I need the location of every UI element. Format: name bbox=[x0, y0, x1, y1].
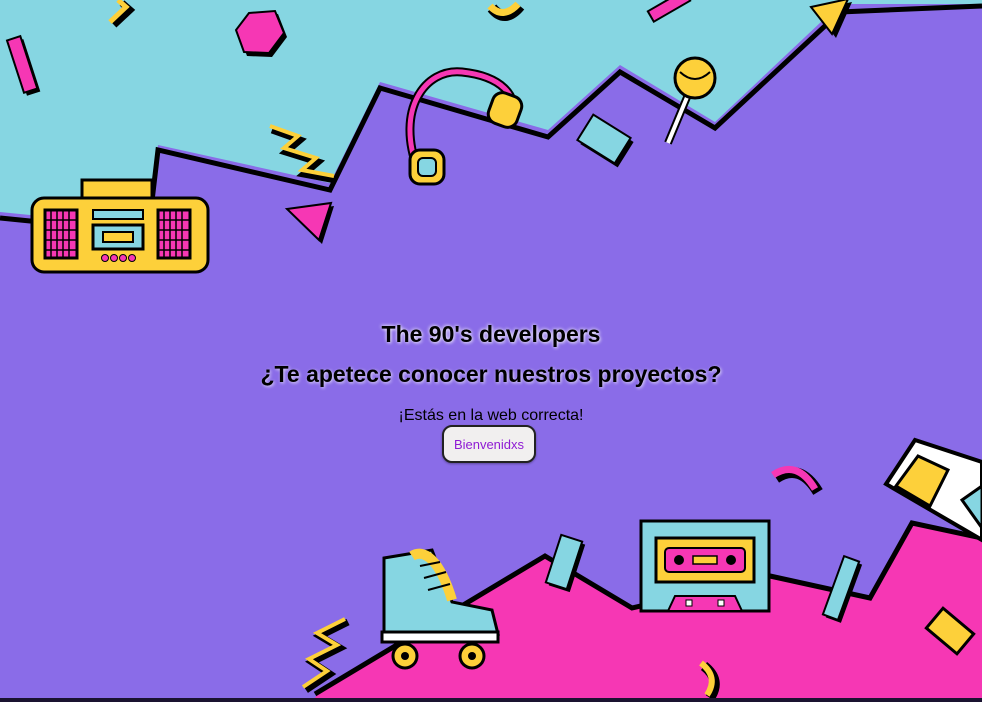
page-title: The 90's developers bbox=[381, 321, 601, 347]
pink-arc-shape bbox=[771, 465, 823, 496]
tagline-text: ¡Estás en la web correcta! bbox=[398, 407, 584, 424]
nineties-decoration-background bbox=[0, 0, 982, 698]
cassette-tape-icon bbox=[639, 519, 771, 613]
page-subtitle: ¿Te apetece conocer nuestros proyectos? bbox=[260, 361, 722, 387]
welcome-button[interactable]: Bienvenidxs bbox=[442, 425, 536, 463]
cyan-box-shape bbox=[576, 113, 634, 168]
pink-triangle-shape bbox=[284, 201, 334, 244]
landing-page: The 90's developers ¿Te apetece conocer … bbox=[0, 0, 982, 698]
3d-glasses-icon bbox=[883, 437, 982, 543]
